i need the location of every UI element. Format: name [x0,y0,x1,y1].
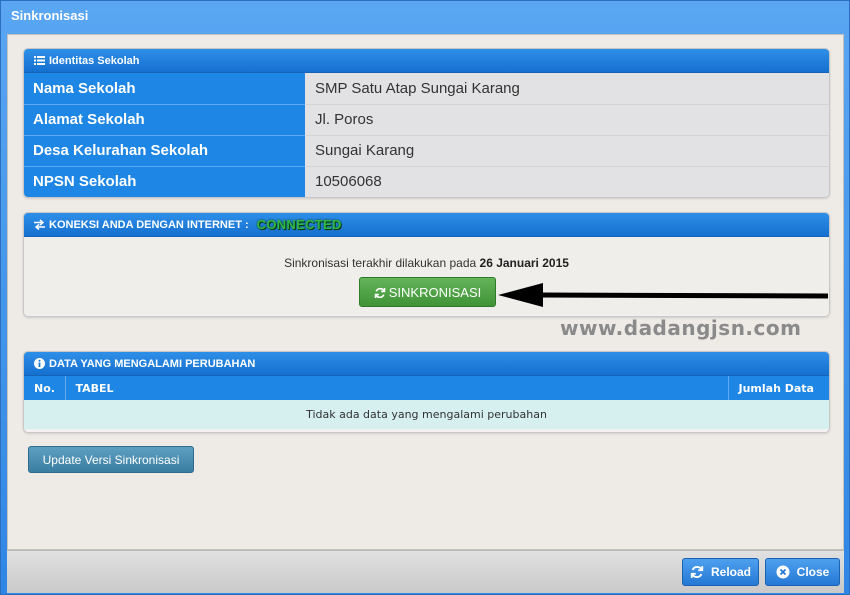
table-row: Nama Sekolah SMP Satu Atap Sungai Karang [24,73,829,105]
sync-button-label: SINKRONISASI [388,284,482,300]
identity-panel-header: Identitas Sekolah [24,49,829,73]
sync-dialog-window: Sinkronisasi Identitas Sekolah Nama Seko… [0,0,850,595]
refresh-icon [374,287,386,298]
column-header-jumlah[interactable]: Jumlah Data [728,376,829,400]
changes-panel: DATA YANG MENGALAMI PERUBAHAN No. TABEL … [23,351,830,433]
watermark-text: www.dadangjsn.com [560,316,802,340]
row-value: 10506068 [305,166,829,197]
identity-panel: Identitas Sekolah Nama Sekolah SMP Satu … [23,48,830,198]
identity-panel-title: Identitas Sekolah [49,54,140,67]
row-value: Jl. Poros [305,104,829,136]
update-version-button[interactable]: Update Versi Sinkronisasi [28,446,194,473]
close-button[interactable]: Close [765,558,840,586]
row-label: Desa Kelurahan Sekolah [24,135,305,167]
table-row: NPSN Sekolah 10506068 [24,166,829,197]
last-sync-date: 26 Januari 2015 [479,256,569,270]
last-sync-text: Sinkronisasi terakhir dilakukan pada [284,256,477,270]
table-row: Tidak ada data yang mengalami perubahan [24,400,829,429]
column-header-tabel[interactable]: TABEL [65,376,729,400]
sync-button[interactable]: SINKRONISASI [359,277,496,307]
arrow-annotation [498,283,828,307]
changes-table: No. TABEL Jumlah Data Tidak ada data yan… [24,376,829,429]
row-value: SMP Satu Atap Sungai Karang [305,73,829,105]
dialog-footer: Reload Close [7,550,844,593]
connection-panel-title: KONEKSI ANDA DENGAN INTERNET : [49,218,249,231]
column-header-no[interactable]: No. [24,376,66,400]
row-value: Sungai Karang [305,135,829,167]
close-circle-icon [776,565,790,579]
table-header-row: No. TABEL Jumlah Data [24,376,829,400]
close-button-label: Close [796,565,830,579]
table-row: Desa Kelurahan Sekolah Sungai Karang [24,135,829,167]
identity-table: Nama Sekolah SMP Satu Atap Sungai Karang… [24,73,829,197]
table-row: Alamat Sekolah Jl. Poros [24,104,829,136]
changes-panel-title: DATA YANG MENGALAMI PERUBAHAN [49,357,256,370]
reload-button[interactable]: Reload [682,558,759,586]
dialog-content: Identitas Sekolah Nama Sekolah SMP Satu … [7,34,844,550]
row-label: Nama Sekolah [24,73,305,105]
reload-button-label: Reload [710,565,751,579]
exchange-icon [34,219,45,231]
changes-panel-header: DATA YANG MENGALAMI PERUBAHAN [24,352,829,376]
row-label: Alamat Sekolah [24,104,305,136]
row-label: NPSN Sekolah [24,166,305,197]
info-icon [34,358,45,369]
connection-status: CONNECTED [256,217,342,232]
connection-panel-header: KONEKSI ANDA DENGAN INTERNET : CONNECTED [24,213,829,237]
empty-message: Tidak ada data yang mengalami perubahan [24,400,829,429]
refresh-icon [690,565,704,579]
window-title: Sinkronisasi [11,8,89,23]
list-icon [34,55,45,66]
